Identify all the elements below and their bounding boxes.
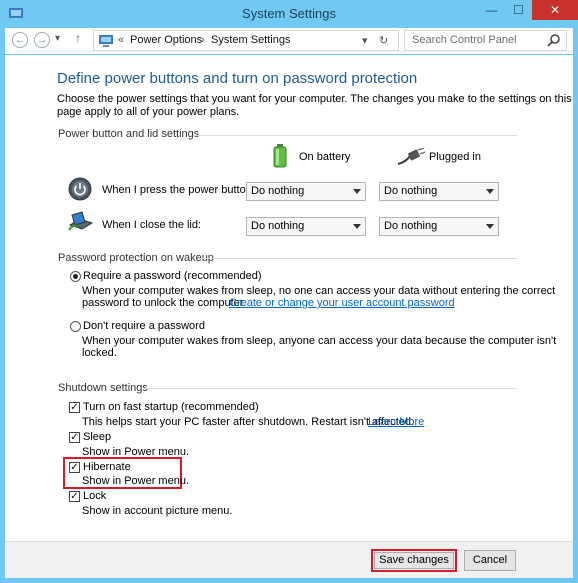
- recent-pages-dropdown[interactable]: ▾: [55, 33, 60, 44]
- intro-text-line1: Choose the power settings that you want …: [57, 93, 572, 105]
- close-button[interactable]: ✕: [532, 0, 578, 20]
- require-password-desc-line1: When your computer wakes from sleep, no …: [82, 285, 556, 297]
- power-button-icon: [68, 177, 92, 201]
- intro-text-line2: page apply to all of your power plans.: [57, 106, 240, 118]
- search-icon[interactable]: [547, 33, 561, 47]
- battery-icon: [273, 144, 287, 168]
- breadcrumb-system-settings[interactable]: System Settings: [211, 34, 290, 46]
- search-input[interactable]: Search Control Panel: [404, 30, 567, 51]
- select-value: Do nothing: [251, 220, 305, 232]
- title-bar: System Settings — ☐ ✕: [0, 0, 578, 28]
- require-password-radio[interactable]: [70, 271, 81, 282]
- window-frame: System Settings — ☐ ✕ ← → ▾ ↑ « Power Op…: [0, 0, 578, 583]
- forward-button[interactable]: →: [34, 32, 50, 48]
- lid-plugged-in-select[interactable]: Do nothing: [379, 217, 499, 236]
- no-password-radio[interactable]: [70, 321, 81, 332]
- power-button-row-label: When I press the power button:: [102, 184, 255, 196]
- back-button[interactable]: ←: [12, 32, 28, 48]
- hibernate-label[interactable]: Hibernate: [83, 461, 131, 473]
- no-password-desc-line2: locked.: [82, 347, 117, 359]
- power-section-title: Power button and lid settings: [58, 128, 200, 140]
- save-changes-button[interactable]: Save changes: [374, 552, 454, 569]
- password-section-title: Password protection on wakeup: [58, 252, 214, 264]
- select-value: Do nothing: [384, 185, 438, 197]
- section-divider: [144, 388, 517, 389]
- main-content: Define power buttons and turn on passwor…: [5, 55, 573, 541]
- lid-on-battery-select[interactable]: Do nothing: [246, 217, 366, 236]
- lock-desc: Show in account picture menu.: [82, 505, 233, 517]
- require-password-label[interactable]: Require a password (recommended): [83, 270, 262, 282]
- section-divider: [198, 258, 517, 259]
- require-password-desc-line2: password to unlock the computer.: [82, 297, 246, 309]
- hibernate-desc: Show in Power menu.: [82, 475, 189, 487]
- change-password-link[interactable]: Create or change your user account passw…: [229, 297, 455, 309]
- plugged-in-column-header: Plugged in: [429, 151, 481, 163]
- address-bar[interactable]: « Power Options › System Settings ▾ ↻: [93, 30, 399, 51]
- laptop-lid-icon: [68, 211, 94, 231]
- select-value: Do nothing: [384, 220, 438, 232]
- chevron-down-icon: [486, 224, 494, 229]
- breadcrumb-power-options[interactable]: Power Options: [130, 34, 202, 46]
- control-panel-icon: [99, 35, 113, 47]
- search-placeholder: Search Control Panel: [412, 34, 517, 46]
- up-button[interactable]: ↑: [75, 31, 81, 45]
- chevron-down-icon: [353, 189, 361, 194]
- power-button-plugged-in-select[interactable]: Do nothing: [379, 182, 499, 201]
- section-divider: [193, 135, 517, 136]
- breadcrumb-separator[interactable]: ›: [201, 34, 205, 46]
- footer-bar: Save changes Cancel: [5, 541, 573, 578]
- cancel-button[interactable]: Cancel: [464, 550, 516, 571]
- sleep-checkbox[interactable]: ✓: [69, 432, 80, 443]
- select-value: Do nothing: [251, 185, 305, 197]
- learn-more-link[interactable]: Learn More: [368, 416, 424, 428]
- shutdown-section-title: Shutdown settings: [58, 382, 148, 394]
- maximize-button[interactable]: ☐: [505, 0, 532, 20]
- fast-startup-label[interactable]: Turn on fast startup (recommended): [83, 401, 259, 413]
- lid-row-label: When I close the lid:: [102, 219, 202, 231]
- fast-startup-desc: This helps start your PC faster after sh…: [82, 416, 415, 428]
- chevron-down-icon: [486, 189, 494, 194]
- no-password-desc-line1: When your computer wakes from sleep, any…: [82, 335, 557, 347]
- plug-icon: [397, 148, 426, 165]
- lock-checkbox[interactable]: ✓: [69, 491, 80, 502]
- refresh-button[interactable]: ↻: [379, 34, 388, 47]
- minimize-button[interactable]: —: [478, 0, 505, 20]
- breadcrumb-overflow[interactable]: «: [118, 34, 124, 46]
- power-button-on-battery-select[interactable]: Do nothing: [246, 182, 366, 201]
- lock-label[interactable]: Lock: [83, 490, 106, 502]
- no-password-label[interactable]: Don't require a password: [83, 320, 205, 332]
- sleep-label[interactable]: Sleep: [83, 431, 111, 443]
- on-battery-column-header: On battery: [299, 151, 351, 163]
- hibernate-checkbox[interactable]: ✓: [69, 462, 80, 473]
- chevron-down-icon: [353, 224, 361, 229]
- page-title: Define power buttons and turn on passwor…: [57, 70, 418, 87]
- address-dropdown-button[interactable]: ▾: [362, 34, 368, 47]
- navigation-bar: ← → ▾ ↑ « Power Options › System Setting…: [5, 28, 573, 54]
- fast-startup-checkbox[interactable]: ✓: [69, 402, 80, 413]
